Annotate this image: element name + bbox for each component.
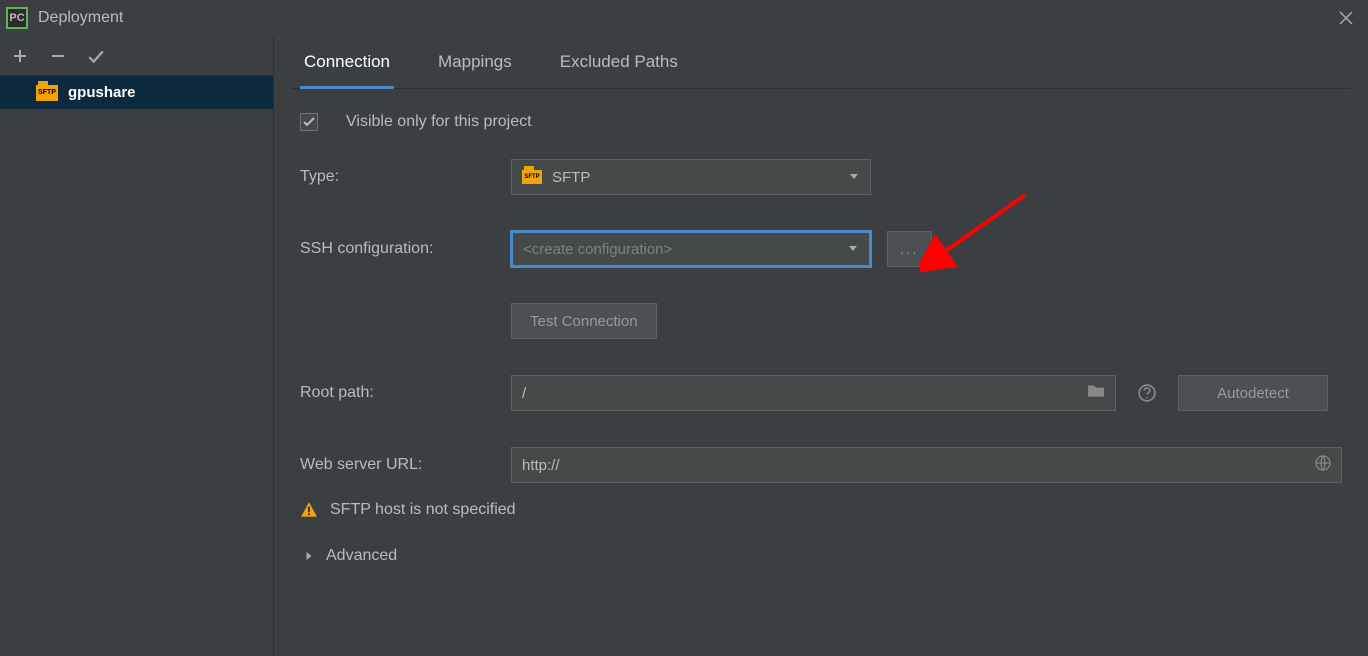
- warning-message: SFTP host is not specified: [300, 501, 1342, 519]
- tab-connection[interactable]: Connection: [300, 36, 394, 89]
- app-icon: PC: [6, 7, 28, 29]
- globe-icon: [1315, 455, 1331, 475]
- test-connection-button[interactable]: Test Connection: [511, 303, 657, 339]
- chevron-right-icon: [304, 551, 314, 561]
- remove-server-button[interactable]: [46, 44, 70, 68]
- window-title: Deployment: [38, 9, 123, 27]
- root-path-label: Root path:: [300, 384, 495, 402]
- type-value: SFTP: [552, 169, 590, 186]
- main-panel: Connection Mappings Excluded Paths Visib…: [274, 36, 1368, 656]
- tab-bar: Connection Mappings Excluded Paths: [292, 36, 1350, 89]
- titlebar: PC Deployment: [0, 0, 1368, 36]
- warning-icon: [300, 501, 318, 519]
- type-dropdown[interactable]: SFTP SFTP: [511, 159, 871, 195]
- apply-button[interactable]: [84, 44, 108, 68]
- help-icon: [1138, 384, 1156, 402]
- root-path-help-button[interactable]: [1132, 378, 1162, 408]
- chevron-down-icon: [847, 241, 859, 258]
- folder-icon: [1087, 382, 1105, 404]
- ssh-config-browse-button[interactable]: ...: [887, 231, 932, 267]
- visible-only-label: Visible only for this project: [346, 113, 532, 131]
- close-button[interactable]: [1336, 8, 1356, 28]
- app-icon-text: PC: [9, 12, 24, 24]
- close-icon: [1338, 10, 1354, 26]
- type-label: Type:: [300, 168, 495, 186]
- tab-mappings[interactable]: Mappings: [434, 36, 516, 88]
- ssh-config-value: <create configuration>: [523, 241, 672, 258]
- server-list-item[interactable]: SFTP gpushare: [0, 76, 273, 109]
- sidebar-toolbar: [0, 36, 273, 76]
- check-icon: [87, 47, 105, 65]
- tab-excluded-paths[interactable]: Excluded Paths: [556, 36, 682, 88]
- advanced-label: Advanced: [326, 547, 397, 565]
- autodetect-button[interactable]: Autodetect: [1178, 375, 1328, 411]
- ssh-config-label: SSH configuration:: [300, 240, 495, 258]
- ellipsis-icon: ...: [900, 241, 919, 258]
- root-path-input[interactable]: /: [511, 375, 1116, 411]
- plus-icon: [12, 48, 28, 64]
- web-url-label: Web server URL:: [300, 456, 495, 474]
- web-url-input[interactable]: http://: [511, 447, 1342, 483]
- root-path-value: /: [522, 385, 1077, 402]
- advanced-expander[interactable]: Advanced: [300, 547, 1342, 565]
- minus-icon: [50, 48, 66, 64]
- warning-text: SFTP host is not specified: [330, 501, 516, 519]
- server-name: gpushare: [68, 84, 136, 101]
- sftp-folder-icon: SFTP: [36, 85, 58, 101]
- visible-only-checkbox[interactable]: [300, 113, 318, 131]
- ssh-config-dropdown[interactable]: <create configuration>: [511, 231, 871, 267]
- chevron-down-icon: [848, 169, 860, 186]
- web-url-value: http://: [522, 457, 1305, 474]
- checkmark-icon: [303, 116, 315, 128]
- sidebar: SFTP gpushare: [0, 36, 274, 656]
- add-server-button[interactable]: [8, 44, 32, 68]
- sftp-icon: SFTP: [522, 170, 542, 184]
